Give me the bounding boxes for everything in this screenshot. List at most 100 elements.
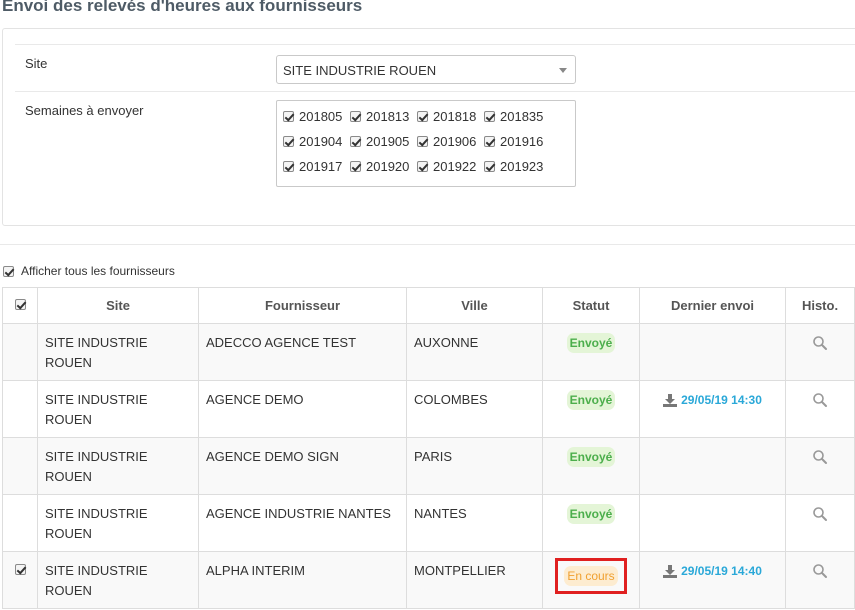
status-cell: En cours (542, 551, 640, 609)
search-icon[interactable] (812, 563, 828, 579)
column-header-history[interactable]: Histo. (785, 287, 855, 324)
search-icon[interactable] (812, 506, 828, 522)
week-option[interactable]: 201922 (417, 157, 484, 176)
week-checkbox[interactable] (350, 161, 361, 172)
status-cell: Envoyé (542, 380, 640, 438)
week-option[interactable]: 201916 (484, 132, 551, 151)
caret-down-icon (559, 68, 567, 73)
supplier-cell: ADECCO AGENCE TEST (198, 323, 407, 381)
last-send-link[interactable]: 29/05/19 14:40 (663, 561, 762, 581)
status-cell: Envoyé (542, 437, 640, 495)
history-cell (785, 323, 855, 381)
search-icon[interactable] (812, 449, 828, 465)
week-checkbox[interactable] (484, 136, 495, 147)
history-cell (785, 494, 855, 552)
row-select-cell[interactable] (2, 380, 38, 438)
column-header-last-send[interactable]: Dernier envoi (639, 287, 786, 324)
city-cell: AUXONNE (406, 323, 543, 381)
status-badge: Envoyé (566, 390, 616, 410)
weeks-multiselect: 201805 201813 201818 201835 201904 20190… (276, 100, 576, 187)
last-send-cell (639, 494, 786, 552)
history-cell (785, 380, 855, 438)
column-header-supplier[interactable]: Fournisseur (198, 287, 407, 324)
table-header-row: Site Fournisseur Ville Statut Dernier en… (2, 287, 855, 324)
column-header-site[interactable]: Site (37, 287, 199, 324)
site-cell: SITE INDUSTRIE ROUEN (37, 551, 199, 609)
site-cell: SITE INDUSTRIE ROUEN (37, 437, 199, 495)
week-checkbox[interactable] (283, 136, 294, 147)
show-all-checkbox[interactable] (3, 265, 14, 277)
week-option[interactable]: 201904 (283, 132, 350, 151)
week-checkbox[interactable] (283, 111, 294, 122)
select-all-header[interactable] (2, 287, 38, 324)
table-row: SITE INDUSTRIE ROUEN AGENCE DEMO SIGN PAR… (2, 437, 855, 495)
week-checkbox[interactable] (350, 136, 361, 147)
status-badge: Envoyé (566, 504, 616, 524)
search-icon[interactable] (812, 392, 828, 408)
week-checkbox[interactable] (283, 161, 294, 172)
status-highlight: En cours (555, 558, 627, 594)
download-icon (663, 564, 678, 578)
week-checkbox[interactable] (417, 136, 428, 147)
week-option[interactable]: 201805 (283, 107, 350, 126)
table-row: SITE INDUSTRIE ROUEN AGENCE DEMO COLOMBES… (2, 380, 855, 438)
status-badge: Envoyé (566, 447, 616, 467)
row-select-cell[interactable] (2, 437, 38, 495)
city-cell: NANTES (406, 494, 543, 552)
site-cell: SITE INDUSTRIE ROUEN (37, 380, 199, 438)
supplier-cell: AGENCE INDUSTRIE NANTES (198, 494, 407, 552)
site-select[interactable]: SITE INDUSTRIE ROUEN (276, 55, 576, 84)
site-label: Site (25, 56, 48, 71)
show-all-suppliers-toggle[interactable]: Afficher tous les fournisseurs (3, 264, 175, 278)
week-option[interactable]: 201818 (417, 107, 484, 126)
row-checkbox[interactable] (14, 564, 26, 575)
table-row: SITE INDUSTRIE ROUEN ALPHA INTERIM MONTPE… (2, 551, 855, 609)
weeks-filter-row: Semaines à envoyer 201805 201813 201818 … (15, 91, 855, 211)
last-send-link[interactable]: 29/05/19 14:30 (663, 390, 762, 410)
last-send-cell: 29/05/19 14:30 (639, 380, 786, 438)
week-option[interactable]: 201835 (484, 107, 551, 126)
supplier-cell: ALPHA INTERIM (198, 551, 407, 609)
supplier-cell: AGENCE DEMO SIGN (198, 437, 407, 495)
weeks-label: Semaines à envoyer (25, 103, 144, 118)
week-option[interactable]: 201917 (283, 157, 350, 176)
section-divider (0, 244, 855, 245)
search-icon[interactable] (812, 335, 828, 351)
site-cell: SITE INDUSTRIE ROUEN (37, 323, 199, 381)
week-checkbox[interactable] (417, 161, 428, 172)
status-cell: Envoyé (542, 494, 640, 552)
week-checkbox[interactable] (417, 111, 428, 122)
download-icon (663, 393, 678, 407)
week-option[interactable]: 201905 (350, 132, 417, 151)
status-badge: En cours (564, 566, 618, 586)
table-row: SITE INDUSTRIE ROUEN ADECCO AGENCE TEST A… (2, 323, 855, 381)
week-checkbox[interactable] (484, 161, 495, 172)
last-send-cell: 29/05/19 14:40 (639, 551, 786, 609)
table-row: SITE INDUSTRIE ROUEN AGENCE INDUSTRIE NAN… (2, 494, 855, 552)
column-header-status[interactable]: Statut (542, 287, 640, 324)
row-select-cell[interactable] (2, 494, 38, 552)
status-cell: Envoyé (542, 323, 640, 381)
row-select-cell[interactable] (2, 551, 38, 609)
select-all-checkbox[interactable] (14, 299, 26, 310)
week-option[interactable]: 201923 (484, 157, 551, 176)
supplier-cell: AGENCE DEMO (198, 380, 407, 438)
week-checkbox[interactable] (484, 111, 495, 122)
row-select-cell[interactable] (2, 323, 38, 381)
city-cell: PARIS (406, 437, 543, 495)
week-option[interactable]: 201906 (417, 132, 484, 151)
page-title: Envoi des relevés d'heures aux fournisse… (2, 0, 363, 15)
last-send-cell (639, 323, 786, 381)
week-option[interactable]: 201920 (350, 157, 417, 176)
suppliers-table: Site Fournisseur Ville Statut Dernier en… (2, 287, 855, 609)
city-cell: COLOMBES (406, 380, 543, 438)
status-badge: Envoyé (566, 333, 616, 353)
column-header-city[interactable]: Ville (406, 287, 543, 324)
site-cell: SITE INDUSTRIE ROUEN (37, 494, 199, 552)
week-option[interactable]: 201813 (350, 107, 417, 126)
week-checkbox[interactable] (350, 111, 361, 122)
city-cell: MONTPELLIER (406, 551, 543, 609)
last-send-cell (639, 437, 786, 495)
show-all-label: Afficher tous les fournisseurs (21, 264, 175, 278)
site-select-value: SITE INDUSTRIE ROUEN (283, 63, 437, 78)
